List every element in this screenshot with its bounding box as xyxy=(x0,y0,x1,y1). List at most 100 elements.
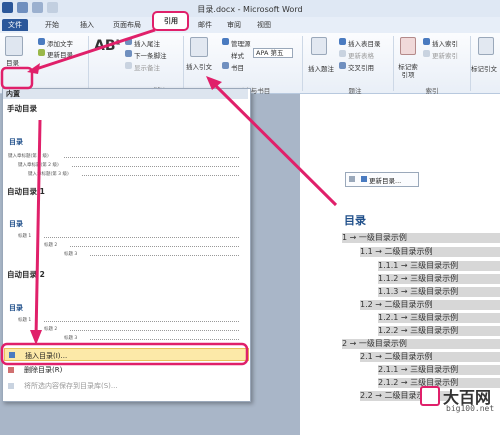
ribbon-tabs: 文件 开始 插入 页面布局 邮件 审阅 视图 xyxy=(0,17,500,34)
auto-toc-2-line: 标题 1 xyxy=(18,318,32,323)
toc-control-icon[interactable] xyxy=(349,176,355,182)
show-notes-button: 显示备注 xyxy=(134,64,160,72)
insert-citation-button[interactable]: 插入引文 xyxy=(186,61,212,71)
toc-entry-level3[interactable]: 1.2.2 → 三级目录示例 xyxy=(378,326,500,336)
manual-toc-heading: 目录 xyxy=(9,138,23,146)
auto-toc-1-option[interactable]: 目录 标题 1 标题 2 标题 3 xyxy=(4,197,247,260)
leader-dots xyxy=(44,234,239,238)
insert-footnote-icon[interactable]: AB1 xyxy=(94,38,120,54)
remove-toc-icon xyxy=(8,367,14,373)
cross-reference-icon[interactable] xyxy=(339,62,346,69)
mark-entry-icon[interactable] xyxy=(400,37,416,55)
insert-toc-menu-item[interactable]: 插入目录(I)... xyxy=(4,348,249,361)
style-select[interactable]: APA 第五 xyxy=(253,48,293,58)
insert-toc-icon xyxy=(9,352,15,358)
auto-toc-2-heading: 目录 xyxy=(9,304,23,312)
window-title: 目录.docx - Microsoft Word xyxy=(197,5,303,14)
separator xyxy=(183,36,184,91)
insert-caption-icon[interactable] xyxy=(311,37,327,55)
next-footnote-button[interactable]: 下一条脚注 xyxy=(134,50,167,60)
tab-insert[interactable]: 插入 xyxy=(75,19,99,31)
insert-table-of-figures-icon[interactable] xyxy=(339,38,346,45)
manual-toc-line: 键入章标题(第 3 级) xyxy=(28,172,69,177)
leader-dots xyxy=(90,336,239,340)
insert-index-icon[interactable] xyxy=(423,38,430,45)
builtin-section-header: 内置 xyxy=(3,89,248,99)
insert-endnote-button[interactable]: 插入尾注 xyxy=(134,38,160,48)
tab-mailings[interactable]: 邮件 xyxy=(193,19,217,31)
remove-toc-menu-item[interactable]: 删除目录(R) xyxy=(4,364,249,376)
update-toc-link[interactable]: 更新目录... xyxy=(369,175,401,185)
insert-index-button[interactable]: 插入索引 xyxy=(432,38,458,48)
mark-citation-button[interactable]: 标记引文 xyxy=(471,63,497,73)
separator xyxy=(302,36,303,91)
add-text-button[interactable]: 添加文字 xyxy=(47,38,73,48)
auto-toc-1-line: 标题 3 xyxy=(64,252,78,257)
manual-toc-option[interactable]: 目录 键入章标题(第 1 级) 键入章标题(第 2 级) 键入章标题(第 3 级… xyxy=(4,113,247,177)
tab-references-label: 引用 xyxy=(164,17,178,25)
update-toc-button[interactable]: 更新目录 xyxy=(47,49,73,59)
manage-sources-button[interactable]: 管理源 xyxy=(231,38,251,48)
toc-entry-level2[interactable]: 1.2 → 二级目录示例 xyxy=(360,300,500,310)
mark-entry-button[interactable]: 标记索引项 xyxy=(396,63,420,79)
manual-toc-line: 键入章标题(第 2 级) xyxy=(18,163,59,168)
leader-dots xyxy=(64,154,239,158)
ribbon: 目录 添加文字 更新目录 AB1 插入尾注 下一条脚注 显示备注 脚注 插入引文… xyxy=(0,33,500,95)
save-selection-label: 将所选内容保存到目录库(S)... xyxy=(24,382,118,390)
show-notes-icon xyxy=(125,62,132,69)
leader-dots xyxy=(44,318,239,322)
toc-entry-level3[interactable]: 1.2.1 → 三级目录示例 xyxy=(378,313,500,323)
toc-icon[interactable] xyxy=(5,36,23,56)
bibliography-button[interactable]: 书目 xyxy=(231,62,244,72)
style-label: 样式 xyxy=(231,52,244,60)
separator xyxy=(393,36,394,91)
tab-view[interactable]: 视图 xyxy=(252,19,276,31)
tab-page-layout[interactable]: 页面布局 xyxy=(108,19,146,31)
update-icon[interactable] xyxy=(361,176,367,182)
auto-toc-2-line: 标题 3 xyxy=(64,336,78,341)
tab-references[interactable]: 引用 xyxy=(152,11,189,31)
leader-dots xyxy=(70,327,239,331)
insert-table-of-figures-button[interactable]: 插入表目录 xyxy=(348,38,381,48)
toc-entry-level2[interactable]: 2.1 → 二级目录示例 xyxy=(360,352,500,362)
auto-toc-1-line: 标题 1 xyxy=(18,234,32,239)
leader-dots xyxy=(72,163,239,167)
manage-sources-icon[interactable] xyxy=(222,38,229,45)
auto-toc-2-option[interactable]: 目录 标题 1 标题 2 标题 3 xyxy=(4,279,247,342)
remove-toc-label: 删除目录(R) xyxy=(24,366,63,374)
toc-entry-level3[interactable]: 2.1.1 → 三级目录示例 xyxy=(378,365,500,375)
tab-file[interactable]: 文件 xyxy=(2,19,28,31)
save-selection-menu-item: 将所选内容保存到目录库(S)... xyxy=(4,380,249,392)
tab-home[interactable]: 开始 xyxy=(40,19,64,31)
update-toc-icon[interactable] xyxy=(38,49,45,56)
leader-dots xyxy=(82,172,239,176)
leader-dots xyxy=(70,243,239,247)
separator xyxy=(88,36,89,91)
mark-citation-icon[interactable] xyxy=(478,37,494,55)
cross-reference-button[interactable]: 交叉引用 xyxy=(348,62,374,72)
insert-citation-icon[interactable] xyxy=(190,37,208,57)
toc-entry-level3[interactable]: 1.1.3 → 三级目录示例 xyxy=(378,287,500,297)
toc-entry-level2[interactable]: 1.1 → 二级目录示例 xyxy=(360,247,500,257)
leader-dots xyxy=(90,252,239,256)
insert-endnote-icon[interactable] xyxy=(125,38,132,45)
save-selection-icon xyxy=(8,383,14,389)
insert-caption-button[interactable]: 插入题注 xyxy=(308,63,334,73)
auto-toc-2-line: 标题 2 xyxy=(44,327,58,332)
next-footnote-icon[interactable] xyxy=(125,50,132,57)
bibliography-icon[interactable] xyxy=(222,62,229,69)
auto-toc-1-label: 自动目录 1 xyxy=(7,187,45,196)
toc-gallery-dropdown: 内置 手动目录 目录 键入章标题(第 1 级) 键入章标题(第 2 级) 键入章… xyxy=(2,88,251,402)
watermark-logo xyxy=(420,386,440,406)
tab-review[interactable]: 审阅 xyxy=(222,19,246,31)
toc-button-label[interactable]: 目录 xyxy=(6,57,19,67)
toc-entry-level1[interactable]: 1 → 一级目录示例 xyxy=(342,233,500,243)
toc-entry-level3[interactable]: 1.1.1 → 三级目录示例 xyxy=(378,261,500,271)
watermark-url: big100.net xyxy=(446,404,495,413)
toc-entry-level3[interactable]: 1.1.2 → 三级目录示例 xyxy=(378,274,500,284)
update-table-button: 更新表格 xyxy=(348,52,374,60)
auto-toc-1-heading: 目录 xyxy=(9,220,23,228)
add-text-icon[interactable] xyxy=(38,38,45,45)
document-toc-title: 目录 xyxy=(344,214,366,227)
toc-entry-level1[interactable]: 2 → 一级目录示例 xyxy=(342,339,500,349)
